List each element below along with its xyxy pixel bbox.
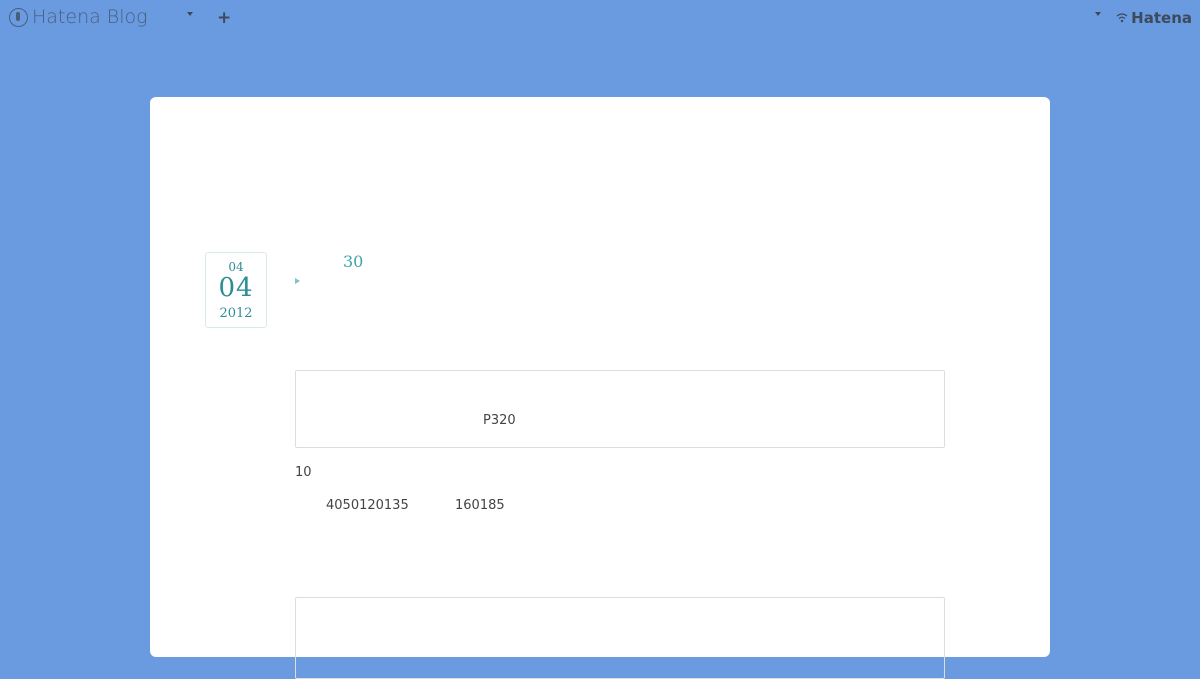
user-menu-chevron-down-icon[interactable] — [1095, 12, 1101, 16]
category-arrow-icon — [295, 278, 300, 284]
entry-date-year: 2012 — [219, 306, 253, 321]
entry-date[interactable]: 04 04 2012 — [205, 252, 267, 328]
logo-text: Hatena Blog — [32, 6, 148, 28]
blog-menu-chevron-down-icon[interactable] — [187, 12, 193, 16]
entry-text-number: 160185 — [455, 498, 505, 513]
hatena-label: Hatena — [1131, 9, 1192, 27]
hatena-link[interactable]: Hatena — [1116, 9, 1192, 27]
quote-text: P320 — [483, 413, 516, 428]
hatena-blog-logo-icon — [9, 7, 28, 27]
add-entry-plus-icon[interactable]: + — [217, 8, 231, 28]
blog-main-card: 04 04 2012 30 P320 10 4050120135 160185 — [150, 97, 1050, 679]
entry-text-line: 10 — [295, 465, 312, 480]
hatena-blog-logo[interactable]: Hatena Blog — [9, 6, 148, 28]
entry-date-day: 04 — [218, 273, 254, 303]
top-bar: Hatena Blog + Hatena — [0, 0, 1200, 38]
entry-text-number: 4050120135 — [326, 498, 409, 513]
blockquote — [295, 597, 945, 679]
wifi-icon — [1116, 13, 1128, 23]
entry-title[interactable]: 30 — [343, 252, 363, 271]
blockquote: P320 — [295, 370, 945, 448]
